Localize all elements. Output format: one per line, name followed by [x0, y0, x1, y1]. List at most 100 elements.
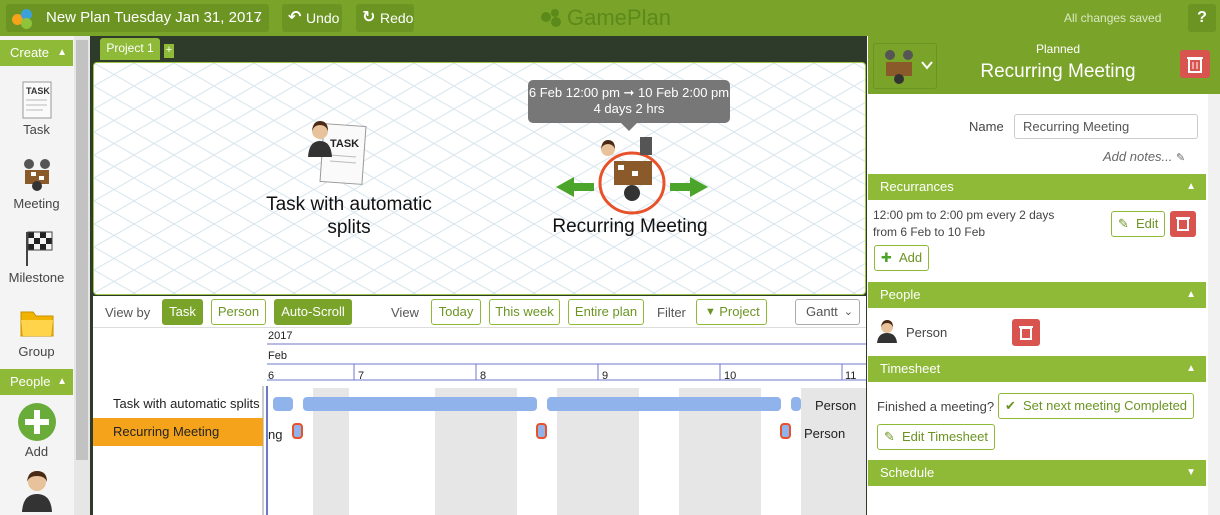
- chevron-up-icon: ▲: [1186, 289, 1196, 300]
- timeline-day: 6: [268, 370, 275, 382]
- gantt-row-person: Person: [804, 426, 846, 441]
- edit-recurrence-button[interactable]: ✎ Edit: [1111, 211, 1166, 237]
- finished-meeting-prompt: Finished a meeting?: [877, 399, 995, 414]
- people-header-label: People: [880, 287, 921, 302]
- chevron-up-icon: ▲: [1186, 181, 1196, 192]
- recurrances-section-header[interactable]: Recurrances ▲: [868, 174, 1206, 200]
- view-by-person-button[interactable]: Person: [211, 299, 266, 325]
- add-person-label: Add: [24, 444, 49, 459]
- gantt-row-task[interactable]: Task with automatic splits: [93, 390, 263, 418]
- tool-label-meeting: Meeting: [13, 196, 60, 211]
- gantt-toolbar: View by Task Person Auto-Scroll View Tod…: [93, 296, 866, 328]
- view-entire-plan-button[interactable]: Entire plan: [568, 299, 644, 325]
- recurrances-header-label: Recurrances: [880, 179, 954, 194]
- create-task-tool[interactable]: TASK Task: [0, 80, 73, 137]
- timeline-day: 7: [358, 370, 365, 382]
- delete-item-button[interactable]: [1180, 50, 1210, 78]
- recurrence-rule: 12:00 pm to 2:00 pm every 2 days: [873, 208, 1055, 222]
- auto-scroll-button[interactable]: Auto-Scroll: [274, 299, 352, 325]
- schedule-section-header[interactable]: Schedule ▼: [868, 460, 1206, 486]
- name-label: Name: [969, 119, 1004, 134]
- filter-project-button[interactable]: ▼ Project: [696, 299, 767, 325]
- create-meeting-tool[interactable]: Meeting: [0, 154, 73, 211]
- tool-label-group: Group: [18, 344, 55, 359]
- remove-person-button[interactable]: [1012, 319, 1040, 346]
- people-section-header[interactable]: People ▲: [0, 369, 73, 395]
- add-recurrence-button[interactable]: ✚ Add: [874, 245, 930, 271]
- task-node-label: Task with automatic splits: [266, 194, 432, 238]
- task-node[interactable]: TASK: [306, 117, 368, 193]
- properties-scrollbar[interactable]: [1208, 94, 1220, 515]
- filter-project-label: Project: [719, 304, 760, 319]
- svg-text:TASK: TASK: [26, 86, 50, 96]
- create-group-tool[interactable]: Group: [0, 302, 73, 359]
- recurrence-range: from 6 Feb to 10 Feb: [873, 225, 986, 239]
- task-split-bars: [273, 397, 801, 411]
- view-by-task-button[interactable]: Task: [162, 299, 203, 325]
- edit-timesheet-button[interactable]: ✎ Edit Timesheet: [877, 424, 995, 450]
- timesheet-section-header[interactable]: Timesheet ▲: [868, 356, 1206, 382]
- view-this-week-button[interactable]: This week: [489, 299, 560, 325]
- redo-icon: ↻: [362, 9, 376, 26]
- gantt-row-meeting[interactable]: Recurring Meeting: [93, 418, 263, 446]
- undo-icon: ↶: [288, 9, 302, 26]
- tooltip-duration: 4 days 2 hrs: [593, 101, 665, 116]
- people-header-label: People: [10, 374, 51, 389]
- save-status: All changes saved: [1064, 11, 1162, 25]
- plan-title: New Plan Tuesday Jan 31, 2017: [46, 9, 262, 26]
- tab-project-1[interactable]: Project 1: [100, 38, 160, 60]
- meeting-node[interactable]: [556, 133, 708, 217]
- meeting-node-label: Recurring Meeting: [552, 216, 708, 237]
- meeting-icon: [17, 154, 57, 194]
- timeline-day: 10: [724, 370, 737, 382]
- gantt-row-person: Person: [815, 398, 857, 413]
- view-today-button[interactable]: Today: [431, 299, 481, 325]
- top-bar: New Plan Tuesday Jan 31, 2017 ⌄ ↶ Undo ↻…: [0, 0, 1220, 36]
- add-person-tool[interactable]: Add: [0, 402, 73, 459]
- plan-canvas[interactable]: TASK Task with automatic splits Recurrin…: [93, 62, 866, 295]
- plan-selector[interactable]: New Plan Tuesday Jan 31, 2017 ⌄: [6, 4, 269, 32]
- edit-icon: ✎: [1118, 216, 1129, 231]
- add-label: Add: [899, 250, 923, 265]
- timeline-day: 9: [602, 370, 609, 382]
- item-status: Planned: [1035, 42, 1081, 56]
- folder-icon: [17, 302, 57, 342]
- help-button[interactable]: ?: [1188, 4, 1216, 32]
- chevron-down-icon: ⌄: [843, 306, 853, 318]
- timeline-year: 2017: [268, 330, 293, 342]
- properties-panel: Planned Recurring Meeting Name Recurring…: [868, 36, 1220, 515]
- create-milestone-tool[interactable]: Milestone: [0, 228, 73, 285]
- view-label: View: [391, 305, 419, 320]
- redo-button[interactable]: ↻ Redo: [356, 4, 414, 32]
- person-avatar-icon: [876, 319, 898, 343]
- item-title: Recurring Meeting: [980, 61, 1136, 82]
- chevron-up-icon: ▲: [57, 47, 67, 58]
- gantt-mode-select[interactable]: Gantt ⌄: [795, 299, 860, 325]
- left-scrollbar[interactable]: [74, 36, 90, 515]
- people-section-header[interactable]: People ▲: [868, 282, 1206, 308]
- set-next-completed-button[interactable]: ✔ Set next meeting Completed: [998, 393, 1195, 419]
- person-avatar[interactable]: [0, 468, 73, 512]
- chevron-up-icon: ▲: [57, 376, 67, 387]
- person-icon: [17, 468, 57, 512]
- edit-icon: ✎: [884, 429, 895, 444]
- gantt-mode-label: Gantt: [806, 304, 838, 319]
- undo-label: Undo: [306, 10, 340, 26]
- add-tab-button[interactable]: +: [164, 44, 174, 58]
- add-notes-link[interactable]: Add notes... ✎: [1103, 149, 1185, 164]
- gantt-row-overflow-label: ng: [268, 427, 283, 442]
- gantt-panel: View by Task Person Auto-Scroll View Tod…: [93, 296, 866, 515]
- assigned-person-name: Person: [906, 325, 948, 340]
- create-section-header[interactable]: Create ▲: [0, 40, 73, 66]
- delete-recurrence-button[interactable]: [1170, 211, 1196, 237]
- name-field[interactable]: Recurring Meeting: [1014, 114, 1198, 139]
- checkmark-icon: ✔: [1005, 398, 1016, 413]
- filter-icon: ▼: [705, 306, 716, 318]
- add-notes-label: Add notes...: [1103, 149, 1173, 164]
- chevron-down-icon: ⌄: [252, 11, 263, 25]
- set-next-completed-label: Set next meeting Completed: [1023, 398, 1188, 413]
- schedule-header-label: Schedule: [880, 465, 935, 480]
- project-tabs: Project 1 +: [90, 36, 867, 62]
- undo-button[interactable]: ↶ Undo: [282, 4, 342, 32]
- edit-icon: ✎: [1176, 152, 1186, 164]
